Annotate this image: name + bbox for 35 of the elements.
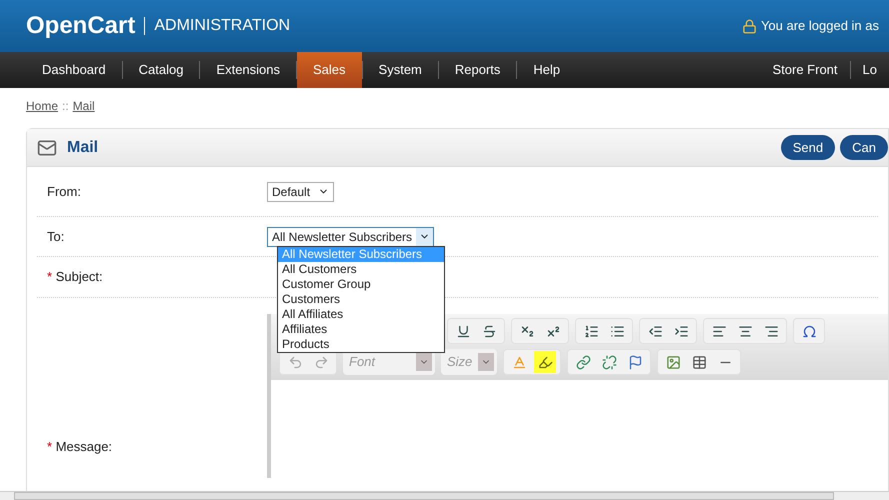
breadcrumb-link[interactable]: Mail: [72, 97, 95, 128]
breadcrumb-link[interactable]: Home: [26, 97, 58, 128]
panel-title: Mail: [67, 138, 98, 158]
dropdown-option[interactable]: Affiliates: [278, 322, 444, 337]
nav-item[interactable]: Extensions: [200, 52, 296, 88]
nav-item[interactable]: Reports: [438, 52, 516, 88]
header-subtitle: ADMINISTRATION: [154, 16, 290, 36]
login-text: You are logged in as: [760, 17, 879, 36]
panel-button[interactable]: Can: [840, 135, 888, 160]
nav-item[interactable]: Help: [517, 52, 576, 88]
nav-item[interactable]: System: [362, 52, 438, 88]
dropdown-option[interactable]: Products: [278, 337, 444, 352]
lock-icon: [742, 18, 757, 34]
nav-item[interactable]: Catalog: [122, 52, 200, 88]
nav-item[interactable]: Dashboard: [26, 52, 122, 88]
caret-icon: [416, 228, 434, 246]
dropdown-option[interactable]: Customer Group: [278, 277, 444, 292]
dropdown-option[interactable]: All Affiliates: [278, 307, 444, 322]
dropdown-option[interactable]: Customers: [278, 292, 444, 307]
field-label: * Subject:: [46, 268, 104, 286]
field-label: To:: [46, 228, 66, 246]
nav-item[interactable]: Lo: [850, 52, 889, 88]
breadcrumb-separator: ::: [62, 98, 69, 115]
field-label: * Message:: [46, 438, 112, 456]
caret-icon: [416, 353, 432, 371]
nav-item[interactable]: Sales: [297, 52, 362, 88]
caret-icon: [478, 353, 494, 371]
nav-item[interactable]: Store Front: [760, 52, 850, 88]
logo: OpenCart: [26, 11, 136, 41]
panel-button[interactable]: Send: [780, 135, 836, 160]
highlight-icon[interactable]: [534, 351, 556, 373]
from-select[interactable]: Default: [267, 182, 334, 202]
dropdown-option[interactable]: All Customers: [278, 262, 444, 277]
field-label: From:: [46, 182, 82, 201]
envelope-icon: [37, 138, 57, 158]
